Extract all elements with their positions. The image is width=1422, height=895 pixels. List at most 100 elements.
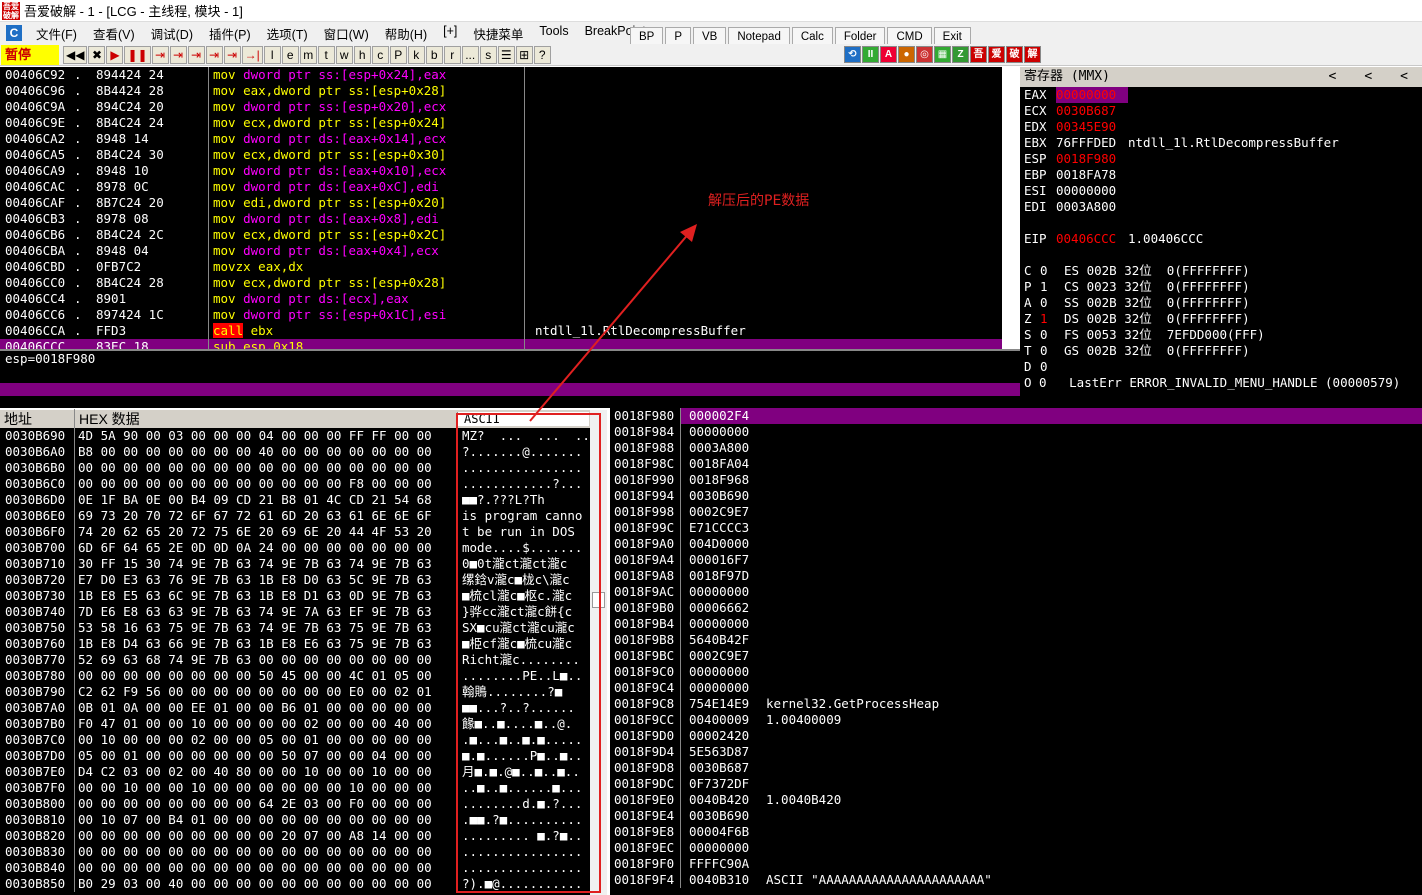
stack-row[interactable]: 0018F998 0002C9E7 xyxy=(610,504,1422,520)
stack-row[interactable]: 0018F9E4 0030B690 xyxy=(610,808,1422,824)
toolbar-button[interactable]: b xyxy=(425,45,443,64)
dump-col-ascii[interactable]: ASCII xyxy=(457,412,589,426)
stack-row[interactable]: 0018F9D0 00002420 xyxy=(610,728,1422,744)
disasm-row[interactable]: 00406CAF. 8B7C24 20 mov edi,dword ptr ss:[… xyxy=(0,195,1002,211)
register-row[interactable]: EIP 00406CCC 1.00406CCC xyxy=(1020,231,1422,247)
toolbar-button[interactable]: s xyxy=(479,45,497,64)
stack-row[interactable]: 0018F990 0018F968 xyxy=(610,472,1422,488)
dump-scroll-thumb[interactable] xyxy=(592,592,605,608)
dump-scrollbar[interactable] xyxy=(590,410,607,895)
stack-pane[interactable]: 0018F980 000002F4 0018F984 00000000 0018F988… xyxy=(610,408,1422,895)
dump-row[interactable]: 0030B6D0 0E 1F BA 0E 00 B4 09 CD 21 B8 01… xyxy=(0,492,607,508)
dump-row[interactable]: 0030B850 B0 29 03 00 40 00 00 00 00 00 00… xyxy=(0,876,607,892)
flag-value[interactable]: 0 xyxy=(1040,343,1064,359)
toolbar-button[interactable]: ✖ xyxy=(88,45,106,64)
toolbar-icon[interactable]: ⟲ xyxy=(844,46,861,63)
disasm-row[interactable]: 00406CBD. 0FB7C2 movzx eax,dx xyxy=(0,259,1002,275)
menu-item[interactable]: Tools xyxy=(531,24,576,43)
stack-row[interactable]: 0018F9C0 00000000 xyxy=(610,664,1422,680)
dump-row[interactable]: 0030B6C0 00 00 00 00 00 00 00 00 00 00 00… xyxy=(0,476,607,492)
stack-row[interactable]: 0018F9A0 004D0000 xyxy=(610,536,1422,552)
flag-value[interactable]: 1 xyxy=(1040,311,1064,327)
flag-row[interactable]: A 0 SS 002B 32位 0(FFFFFFFF) xyxy=(1020,295,1422,311)
dump-row[interactable]: 0030B770 52 69 63 68 74 9E 7B 63 00 00 00… xyxy=(0,652,607,668)
dump-row[interactable]: 0030B700 6D 6F 64 65 2E 0D 0D 0A 24 00 00… xyxy=(0,540,607,556)
stack-row[interactable]: 0018F9B8 5640B42F xyxy=(610,632,1422,648)
dump-row[interactable]: 0030B720 E7 D0 E3 63 76 9E 7B 63 1B E8 D0… xyxy=(0,572,607,588)
register-row[interactable]: EAX 00000000 xyxy=(1020,87,1422,103)
toolbar-button[interactable]: ⇥ xyxy=(223,45,241,64)
dump-row[interactable]: 0030B810 00 10 07 00 B4 01 00 00 00 00 00… xyxy=(0,812,607,828)
disasm-row[interactable]: 00406CA9. 8948 10 mov dword ptr ds:[eax+0x… xyxy=(0,163,1002,179)
dump-row[interactable]: 0030B6F0 74 20 62 65 20 72 75 6E 20 69 6E… xyxy=(0,524,607,540)
flag-value[interactable]: 0 xyxy=(1040,327,1064,343)
dump-row[interactable]: 0030B780 00 00 00 00 00 00 00 00 50 45 00… xyxy=(0,668,607,684)
dump-row[interactable]: 0030B710 30 FF 15 30 74 9E 7B 63 74 9E 7B… xyxy=(0,556,607,572)
toolbar-button[interactable]: P xyxy=(389,45,407,64)
disasm-row[interactable]: 00406CB3. 8978 08 mov dword ptr ds:[eax+0x… xyxy=(0,211,1002,227)
stack-row[interactable]: 0018F9B4 00000000 xyxy=(610,616,1422,632)
menu-item[interactable]: 帮助(H) xyxy=(377,24,435,43)
stack-row[interactable]: 0018F9A4 000016F7 xyxy=(610,552,1422,568)
register-row[interactable]: EDX 00345E90 xyxy=(1020,119,1422,135)
toolbar-button[interactable]: ⊞ xyxy=(515,45,533,64)
stack-row[interactable]: 0018F9CC 00400009 1.00400009 xyxy=(610,712,1422,728)
dump-row[interactable]: 0030B7D0 05 00 01 00 00 00 00 00 00 50 07… xyxy=(0,748,607,764)
disasm-row[interactable]: 00406CC0. 8B4C24 28 mov ecx,dword ptr ss:[… xyxy=(0,275,1002,291)
toolbar-icon[interactable]: ◎ xyxy=(916,46,933,63)
register-value[interactable]: 00000000 xyxy=(1056,183,1128,199)
toolbar-button[interactable]: e xyxy=(281,45,299,64)
dump-row[interactable]: 0030B6B0 00 00 00 00 00 00 00 00 00 00 00… xyxy=(0,460,607,476)
register-value[interactable]: 00406CCC xyxy=(1056,231,1128,247)
stack-row[interactable]: 0018F9F0 FFFFC90A xyxy=(610,856,1422,872)
dump-row[interactable]: 0030B750 53 58 16 63 75 9E 7B 63 74 9E 7B… xyxy=(0,620,607,636)
menu-item[interactable]: [+] xyxy=(435,24,465,43)
toolbar-icon[interactable]: 破 xyxy=(1006,46,1023,63)
stack-row[interactable]: 0018F9F4 0040B310 ASCII "AAAAAAAAAAAAAAAAA… xyxy=(610,872,1422,888)
flag-row[interactable]: C 0 ES 002B 32位 0(FFFFFFFF) xyxy=(1020,263,1422,279)
toolbar-icon[interactable]: 解 xyxy=(1024,46,1041,63)
toolbar-button[interactable]: ❚❚ xyxy=(124,45,151,64)
toolbar-button[interactable]: ⇥ xyxy=(169,45,187,64)
flag-row[interactable]: Z 1 DS 002B 32位 0(FFFFFFFF) xyxy=(1020,311,1422,327)
register-value[interactable]: 0003A800 xyxy=(1056,199,1128,215)
stack-row[interactable]: 0018F980 000002F4 xyxy=(610,408,1422,424)
disasm-row[interactable]: 00406CBA. 8948 04 mov dword ptr ds:[eax+0x… xyxy=(0,243,1002,259)
disasm-row[interactable]: 00406CC4. 8901 mov dword ptr ds:[ecx],eax xyxy=(0,291,1002,307)
flag-value[interactable]: 0 xyxy=(1040,295,1064,311)
dump-row[interactable]: 0030B7B0 F0 47 01 00 00 10 00 00 00 00 02… xyxy=(0,716,607,732)
disasm-row[interactable]: 00406C9E. 8B4C24 24 mov ecx,dword ptr ss:[… xyxy=(0,115,1002,131)
stack-row[interactable]: 0018F984 00000000 xyxy=(610,424,1422,440)
disasm-row[interactable]: 00406C9A. 894C24 20 mov dword ptr ss:[esp+… xyxy=(0,99,1002,115)
toolbar-button[interactable]: ... xyxy=(461,45,479,64)
dump-col-addr[interactable]: 地址 xyxy=(0,409,74,429)
dump-row[interactable]: 0030B790 C2 62 F9 56 00 00 00 00 00 00 00… xyxy=(0,684,607,700)
stack-row[interactable]: 0018F9A8 0018F97D xyxy=(610,568,1422,584)
register-value[interactable]: 76FFFDED xyxy=(1056,135,1128,151)
register-value[interactable]: 0018FA78 xyxy=(1056,167,1128,183)
dump-row[interactable]: 0030B690 4D 5A 90 00 03 00 00 00 04 00 00… xyxy=(0,428,607,444)
dump-row[interactable]: 0030B6A0 B8 00 00 00 00 00 00 00 40 00 00… xyxy=(0,444,607,460)
dump-row[interactable]: 0030B800 00 00 00 00 00 00 00 00 64 2E 03… xyxy=(0,796,607,812)
dump-row[interactable]: 0030B740 7D E6 E8 63 63 9E 7B 63 74 9E 7A… xyxy=(0,604,607,620)
stack-row[interactable]: 0018F9D8 0030B687 xyxy=(610,760,1422,776)
toolbar-button[interactable]: m xyxy=(299,45,317,64)
disassembly-pane[interactable]: 00406C92. 894424 24 mov dword ptr ss:[esp+… xyxy=(0,67,1002,349)
disasm-row[interactable]: 00406C92. 894424 24 mov dword ptr ss:[esp+… xyxy=(0,67,1002,83)
register-row[interactable]: ESP 0018F980 xyxy=(1020,151,1422,167)
toolbar-button[interactable]: t xyxy=(317,45,335,64)
registers-nav-arrow[interactable]: < xyxy=(1400,67,1408,87)
stack-row[interactable]: 0018F9EC 00000000 xyxy=(610,840,1422,856)
cpu-window-icon[interactable]: C xyxy=(6,25,22,41)
menu-item[interactable]: 调试(D) xyxy=(143,24,201,43)
registers-nav-arrow[interactable]: < xyxy=(1364,67,1372,87)
menu-item[interactable]: 快捷菜单 xyxy=(465,24,531,43)
stack-row[interactable]: 0018F9C4 00000000 xyxy=(610,680,1422,696)
register-value[interactable]: 0030B687 xyxy=(1056,103,1128,119)
register-row[interactable]: EBX 76FFFDED ntdll_1l.RtlDecompressBuffer xyxy=(1020,135,1422,151)
dump-row[interactable]: 0030B840 00 00 00 00 00 00 00 00 00 00 00… xyxy=(0,860,607,876)
disasm-row[interactable]: 00406CCC. 83EC 18 sub esp,0x18 xyxy=(0,339,1002,349)
toolbar-button[interactable]: ⇥ xyxy=(151,45,169,64)
toolbar-button[interactable]: ▶ xyxy=(106,45,124,64)
flag-row[interactable]: S 0 FS 0053 32位 7EFDD000(FFF) xyxy=(1020,327,1422,343)
